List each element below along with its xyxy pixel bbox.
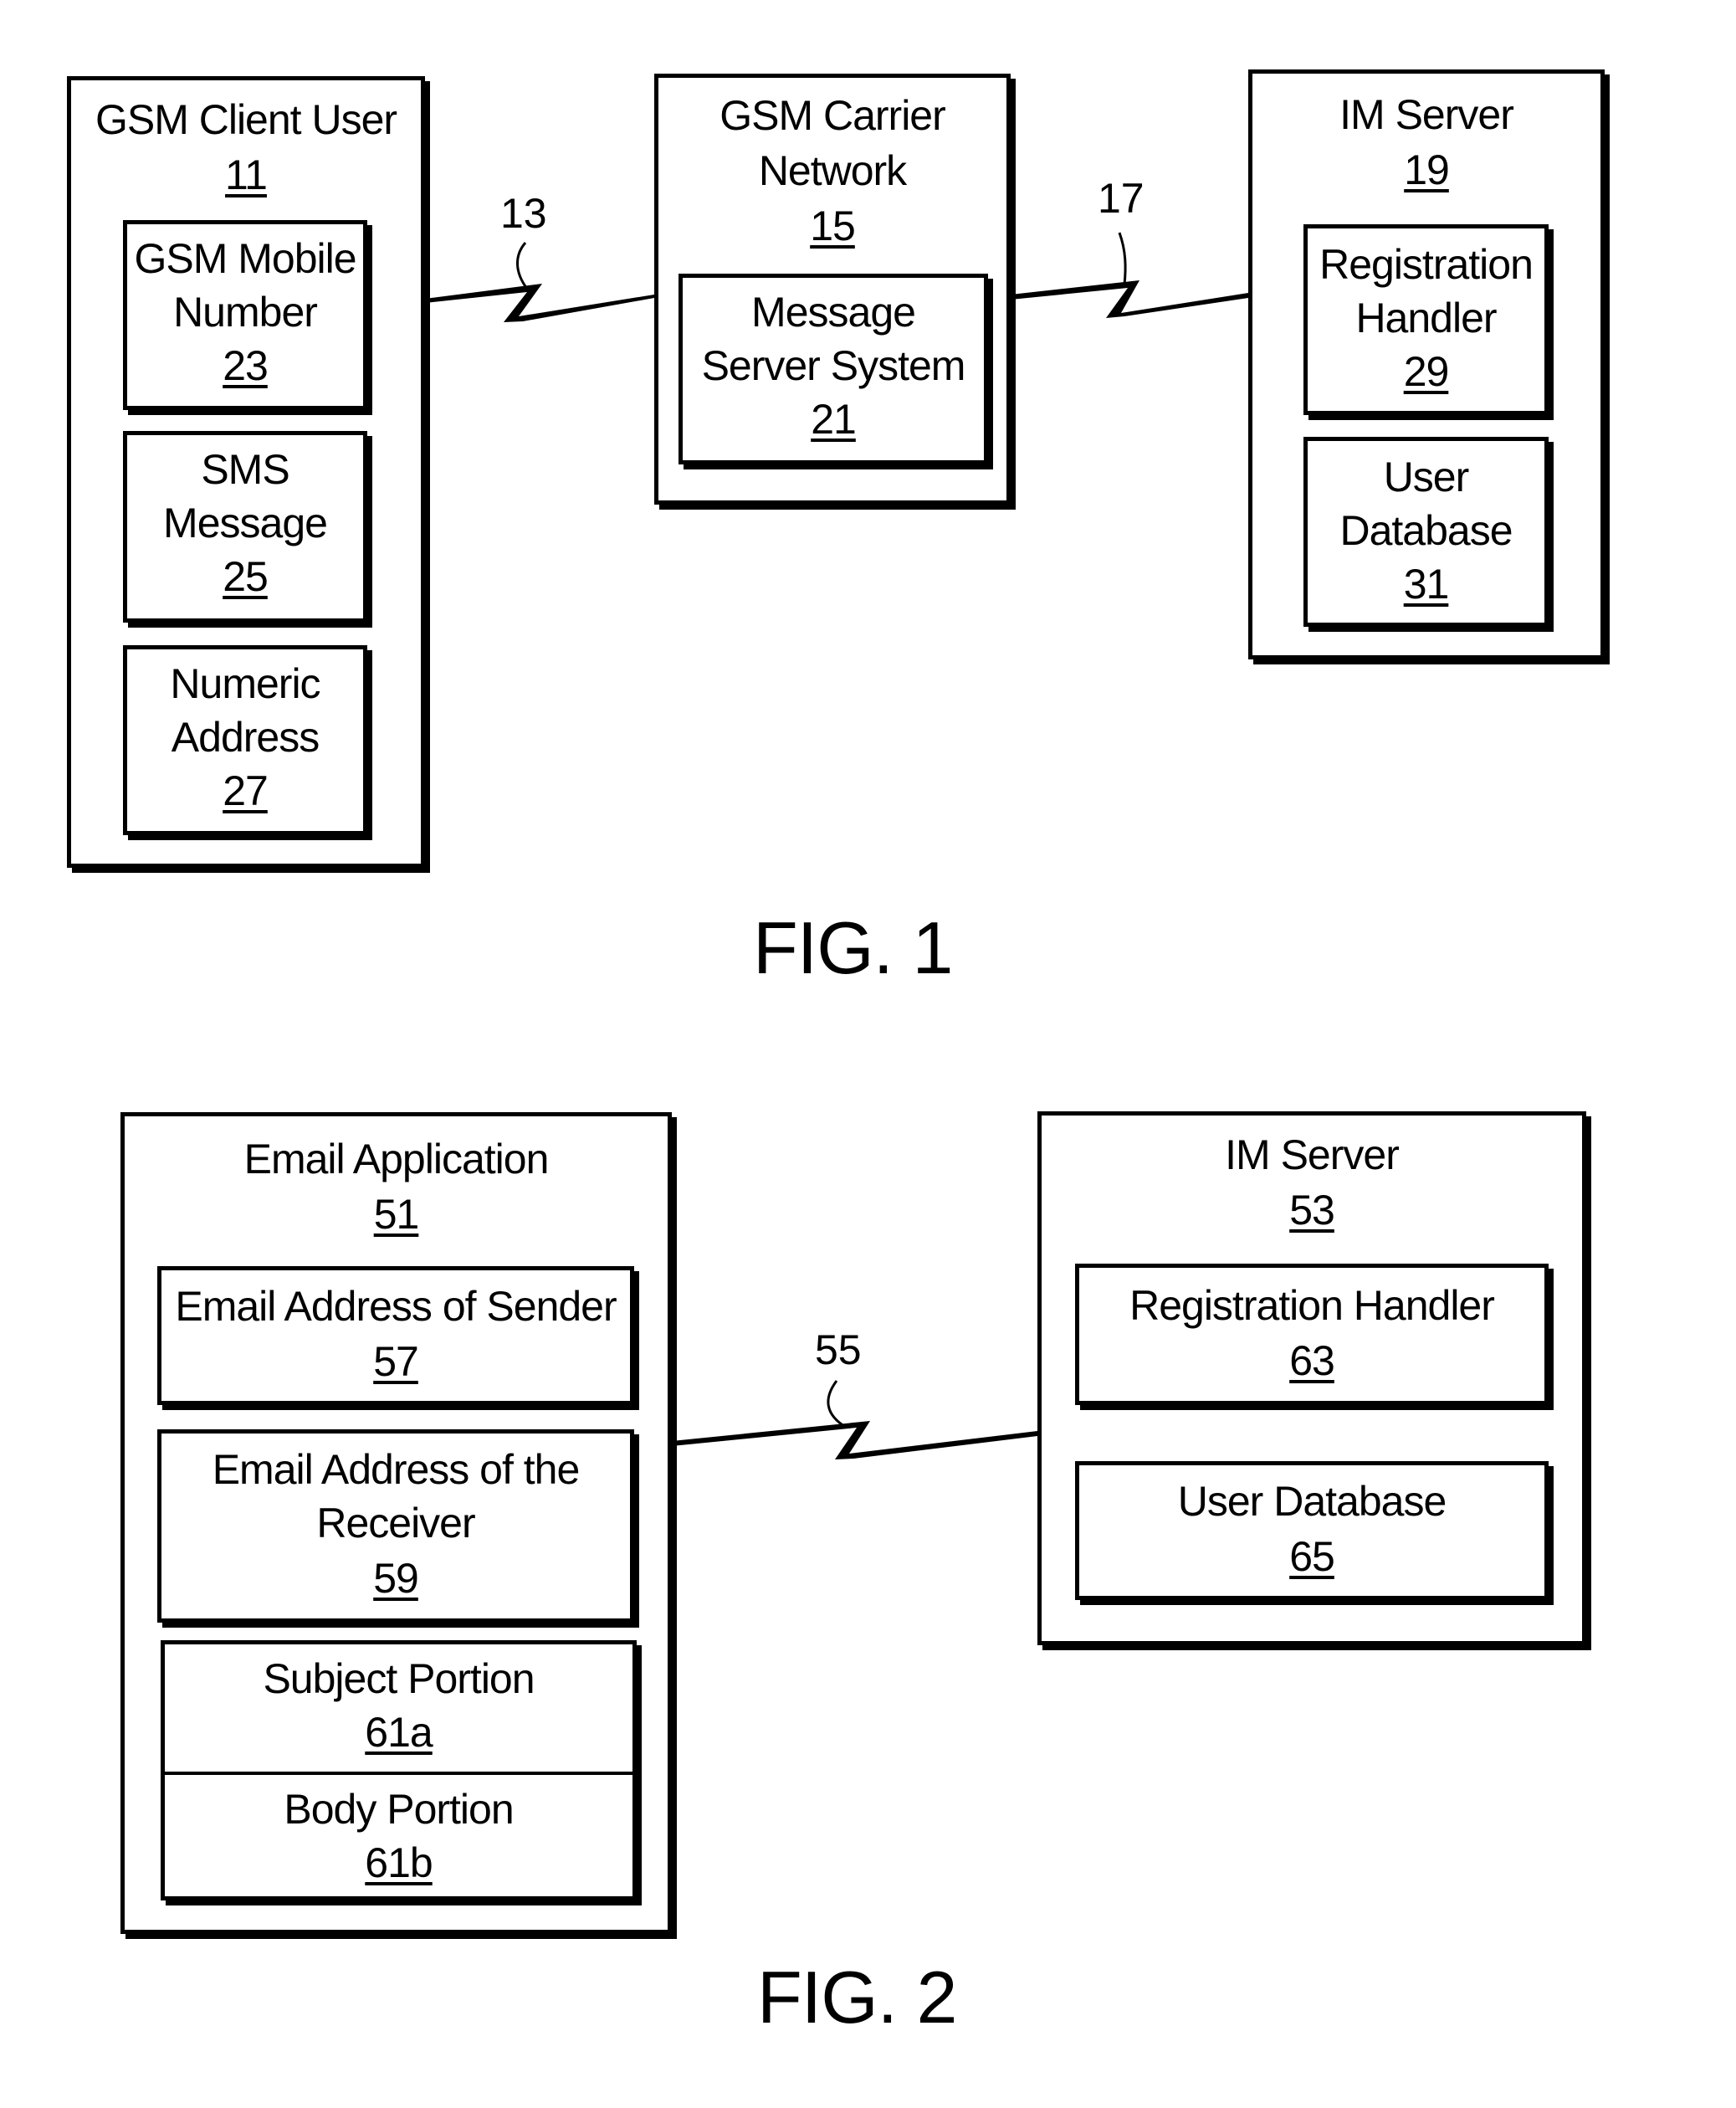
registration-handler-box: Registration Handler 29	[1303, 224, 1549, 415]
ref-label-55: 55	[815, 1326, 862, 1373]
ref-number: 57	[373, 1338, 419, 1385]
gsm-client-title: GSM Client User	[95, 96, 397, 143]
subject-portion-label: Subject Portion	[263, 1655, 535, 1702]
box-label: GSM Carrier	[719, 92, 946, 139]
box-label: User Database	[1177, 1478, 1447, 1525]
ref-number: 63	[1289, 1337, 1335, 1384]
wireless-link-13	[425, 284, 654, 322]
box-label: Network	[758, 147, 907, 194]
ref-number: 53	[1289, 1187, 1335, 1234]
email-message-box: Subject Portion 61a Body Portion 61b	[161, 1640, 637, 1900]
box-label: Registration Handler	[1129, 1282, 1495, 1329]
wireless-link-55	[672, 1421, 1037, 1459]
email-address-receiver-box: Email Address of the Receiver 59	[157, 1429, 634, 1623]
ref-number: 65	[1289, 1533, 1335, 1580]
box-label: Message	[751, 289, 916, 336]
ref-number: 31	[1403, 561, 1450, 608]
box-label: Email Address of the	[212, 1446, 581, 1493]
numeric-address-box: Numeric Address 27	[123, 645, 367, 835]
ref-number: 61a	[365, 1709, 433, 1756]
ref-number: 19	[1404, 146, 1450, 193]
user-database-box-2: User Database 65	[1075, 1461, 1549, 1600]
figure-caption-1: FIG. 1	[753, 906, 953, 989]
box-label: Number	[173, 289, 318, 336]
ref-number: 59	[373, 1555, 419, 1602]
gsm-client-number: 11	[225, 151, 268, 198]
box-label: IM Server	[1339, 91, 1514, 138]
sms-message-box: SMS Message 25	[123, 431, 367, 623]
figure-caption-2: FIG. 2	[757, 1956, 957, 2039]
box-label: Email Application	[243, 1136, 550, 1182]
email-address-sender-box: Email Address of Sender 57	[157, 1266, 634, 1405]
leader-55	[827, 1380, 848, 1429]
ref-number: 29	[1403, 348, 1450, 395]
ref-label-13: 13	[500, 190, 547, 237]
box-label: Database	[1339, 507, 1513, 554]
box-label: User	[1383, 454, 1470, 500]
ref-label-17: 17	[1098, 175, 1145, 222]
leader-13	[516, 242, 529, 290]
box-label: Email Address of Sender	[175, 1283, 617, 1330]
ref-number: 27	[223, 767, 269, 814]
ref-number: 21	[811, 396, 857, 443]
ref-number: 25	[223, 553, 269, 600]
box-label: Registration	[1319, 241, 1534, 288]
gsm-mobile-number-box: GSM Mobile Number 23	[123, 220, 367, 410]
ref-number: 61b	[365, 1839, 433, 1886]
ref-number: 23	[223, 342, 269, 389]
box-label: Server System	[701, 342, 966, 389]
box-label: Handler	[1355, 295, 1497, 341]
body-portion-label: Body Portion	[284, 1786, 514, 1833]
box-label: Numeric	[170, 660, 320, 707]
box-label: Message	[163, 500, 328, 546]
box-label: IM Server	[1225, 1131, 1400, 1178]
ref-number: 51	[373, 1191, 420, 1238]
box-label: Address	[171, 714, 320, 761]
user-database-box: User Database 31	[1303, 437, 1549, 627]
ref-number: 15	[810, 203, 856, 249]
box-label: Receiver	[316, 1500, 475, 1546]
box-label: GSM Mobile	[134, 235, 356, 282]
message-server-system-box: Message Server System 21	[679, 274, 988, 464]
wireless-link-17	[1011, 280, 1248, 318]
portion-divider	[165, 1772, 632, 1775]
registration-handler-box-2: Registration Handler 63	[1075, 1264, 1549, 1405]
box-label: SMS	[201, 446, 289, 493]
leader-17	[1118, 232, 1127, 285]
